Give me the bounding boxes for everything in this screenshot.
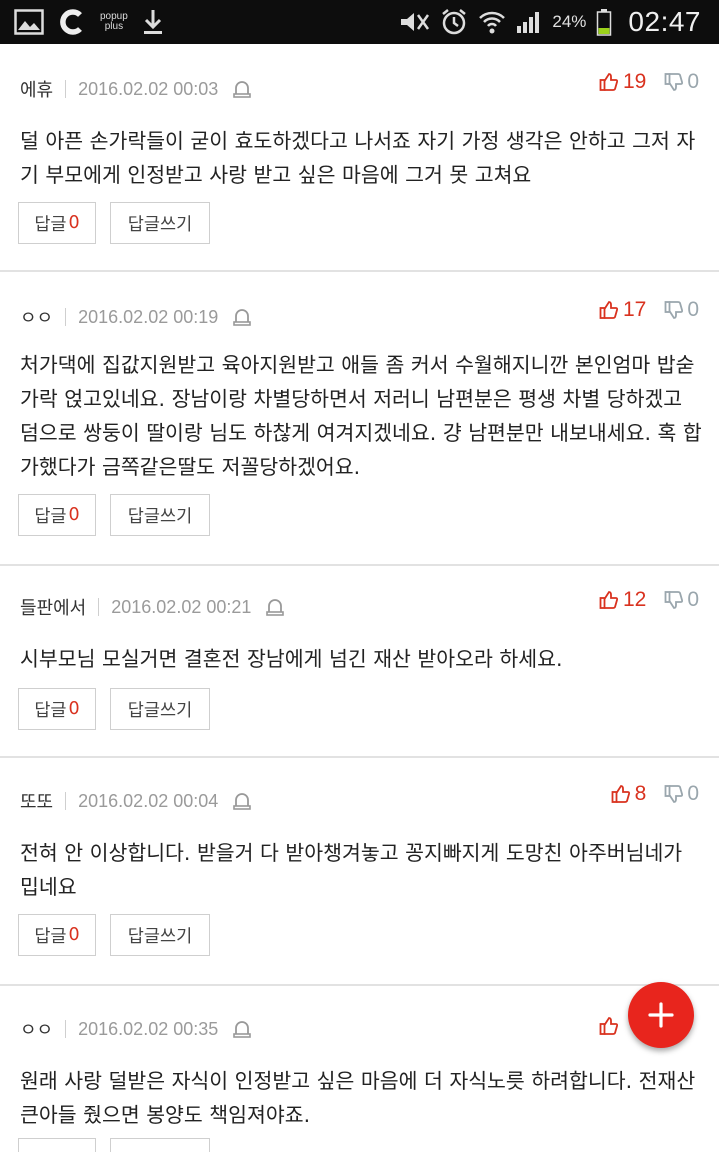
- comment-item: 에휴 2016.02.02 00:03 19 0 덜 아픈 손가락들이 굳이 효…: [0, 44, 719, 272]
- comment-text: 처가댁에 집값지원받고 육아지원받고 애들 좀 커서 수월해지니깐 본인엄마 밥…: [20, 353, 702, 479]
- comment-author: 또또: [20, 792, 54, 813]
- comment-text: 원래 사랑 덜받은 자식이 인정받고 싶은 마음에 더 자식노릇 하려합니다. …: [20, 1069, 696, 1127]
- mute-icon: [398, 10, 430, 34]
- ccleaner-icon: [58, 8, 86, 36]
- clock: 02:47: [628, 6, 701, 37]
- gallery-icon: [14, 9, 44, 35]
- reply-button[interactable]: 답글 0: [18, 202, 96, 244]
- upvote-button[interactable]: 12: [599, 588, 646, 612]
- divider: [65, 792, 67, 810]
- plus-icon: [648, 1002, 674, 1028]
- upvote-count: 17: [622, 298, 647, 321]
- upvote-count: 8: [634, 782, 647, 805]
- comment-author: 들판에서: [20, 598, 87, 619]
- comment-item: ㅇㅇ 2016.02.02 00:19 17 0 처가댁에 집값지원받고 육아지…: [0, 272, 719, 566]
- upvote-button[interactable]: 17: [599, 298, 646, 322]
- comment-date: 2016.02.02 00:03: [78, 78, 219, 99]
- add-comment-button[interactable]: [628, 982, 694, 1048]
- thumbs-down-icon: [664, 785, 684, 803]
- reply-label: 답글: [34, 506, 67, 527]
- downvote-button[interactable]: 0: [664, 782, 699, 806]
- downvote-button[interactable]: 0: [664, 70, 699, 94]
- thumbs-down-icon: [664, 73, 684, 91]
- thumbs-up-icon: [611, 785, 630, 803]
- comment-date: 2016.02.02 00:19: [78, 306, 219, 327]
- thumbs-down-icon: [664, 301, 684, 319]
- thumbs-up-icon: [599, 301, 618, 319]
- comment-item: 들판에서 2016.02.02 00:21 12 0 시부모님 모실거면 결혼전…: [0, 566, 719, 758]
- downvote-count: 0: [687, 588, 699, 611]
- battery-percent: 24%: [552, 12, 587, 31]
- upvote-button[interactable]: 19: [599, 70, 646, 94]
- comment-text: 전혀 안 이상합니다. 받을거 다 받아챙겨놓고 꽁지빠지게 도망친 아주버님네…: [20, 841, 683, 899]
- comment-text: 시부모님 모실거면 결혼전 장남에게 넘긴 재산 받아오라 하세요.: [20, 647, 563, 671]
- wifi-icon: [478, 9, 506, 35]
- upvote-count: 12: [622, 588, 647, 611]
- reply-button[interactable]: 답글 0: [18, 494, 96, 536]
- reply-count: 0: [68, 505, 80, 525]
- comment-date: 2016.02.02 00:35: [78, 1018, 219, 1039]
- write-reply-button[interactable]: 답글쓰기: [110, 202, 210, 244]
- comment-date: 2016.02.02 00:21: [111, 596, 252, 617]
- downvote-count: 0: [687, 70, 699, 93]
- upvote-count: 19: [622, 70, 647, 93]
- report-bell-icon[interactable]: [232, 307, 252, 327]
- write-reply-button[interactable]: 답글쓰기: [110, 688, 210, 730]
- divider: [65, 308, 67, 326]
- signal-icon: [516, 10, 542, 34]
- write-reply-button[interactable]: [110, 1138, 210, 1152]
- reply-label: 답글: [34, 926, 67, 947]
- upvote-button[interactable]: 8: [611, 782, 647, 806]
- reply-button[interactable]: [18, 1138, 96, 1152]
- divider: [65, 80, 67, 98]
- reply-count: 0: [68, 213, 80, 233]
- thumbs-down-icon: [664, 591, 684, 609]
- battery-icon: [596, 8, 612, 36]
- comment-author: ㅇㅇ: [20, 308, 54, 329]
- thumbs-up-icon: [599, 1017, 619, 1035]
- reply-count: 0: [68, 699, 80, 719]
- download-icon: [142, 8, 164, 36]
- report-bell-icon[interactable]: [232, 791, 252, 811]
- comment-item: ㅇㅇ 2016.02.02 00:35 원래 사랑 덜받은 자식이 인정받고 싶…: [0, 986, 719, 1152]
- reply-button[interactable]: 답글 0: [18, 688, 96, 730]
- comment-item: 또또 2016.02.02 00:04 8 0 전혀 안 이상합니다. 받을거 …: [0, 758, 719, 986]
- write-reply-button[interactable]: 답글쓰기: [110, 914, 210, 956]
- reply-label: 답글: [34, 214, 67, 235]
- thumbs-up-icon: [599, 73, 618, 91]
- report-bell-icon[interactable]: [232, 1019, 252, 1039]
- report-bell-icon[interactable]: [232, 79, 252, 99]
- comment-author: ㅇㅇ: [20, 1020, 54, 1041]
- reply-label: 답글: [34, 700, 67, 721]
- comment-author: 에휴: [20, 80, 54, 101]
- downvote-button[interactable]: 0: [664, 298, 699, 322]
- divider: [98, 598, 100, 616]
- alarm-icon: [440, 8, 468, 36]
- reply-count: 0: [68, 925, 80, 945]
- divider: [65, 1020, 67, 1038]
- popup-plus-icon: popup plus: [100, 11, 128, 32]
- downvote-count: 0: [687, 782, 699, 805]
- thumbs-up-icon: [599, 591, 618, 609]
- comment-text: 덜 아픈 손가락들이 굳이 효도하겠다고 나서죠 자기 가정 생각은 안하고 그…: [20, 129, 696, 187]
- write-reply-button[interactable]: 답글쓰기: [110, 494, 210, 536]
- report-bell-icon[interactable]: [265, 597, 285, 617]
- comment-date: 2016.02.02 00:04: [78, 790, 219, 811]
- downvote-count: 0: [687, 298, 699, 321]
- downvote-button[interactable]: 0: [664, 588, 699, 612]
- reply-button[interactable]: 답글 0: [18, 914, 96, 956]
- upvote-button[interactable]: [599, 1016, 619, 1036]
- status-bar: popup plus 24% 02:47: [0, 0, 719, 44]
